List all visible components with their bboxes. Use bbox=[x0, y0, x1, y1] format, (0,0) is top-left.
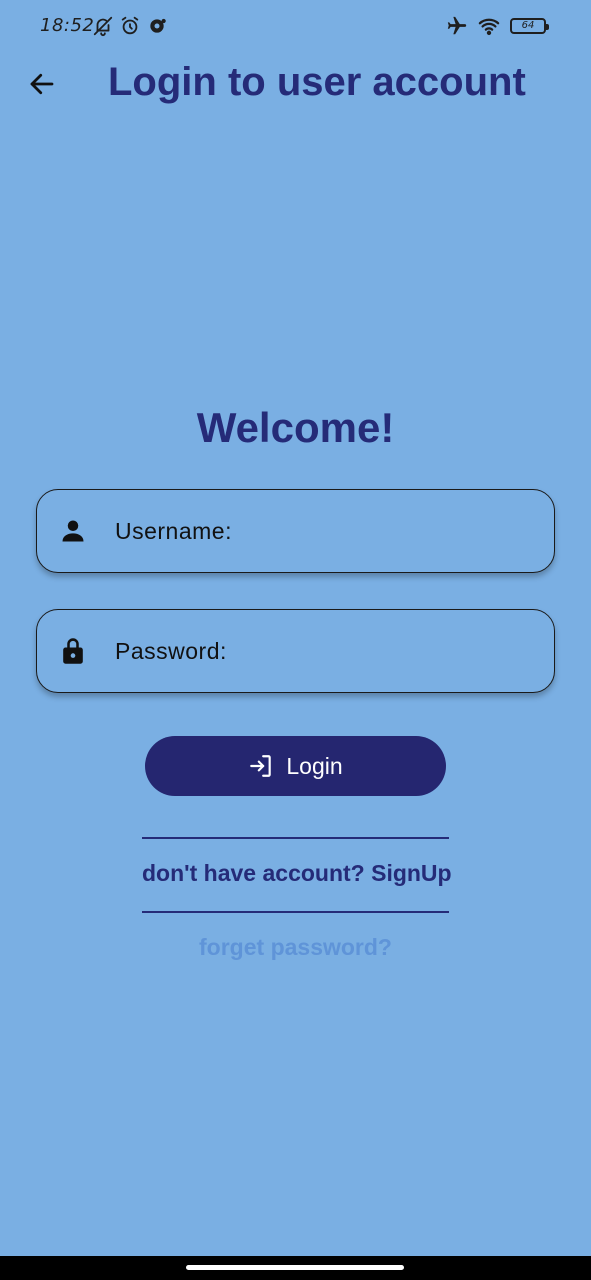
login-button[interactable]: Login bbox=[145, 736, 446, 796]
page-title: Login to user account bbox=[108, 60, 526, 104]
person-icon bbox=[59, 517, 87, 545]
login-label: Login bbox=[286, 752, 343, 779]
battery-level: 64 bbox=[521, 20, 535, 31]
signup-divider-bottom bbox=[142, 911, 449, 913]
wifi-icon bbox=[476, 15, 502, 37]
back-button[interactable] bbox=[22, 64, 62, 104]
username-field[interactable] bbox=[36, 489, 555, 573]
airplane-icon bbox=[444, 15, 470, 37]
signup-divider-top bbox=[142, 837, 449, 839]
forget-password-link[interactable]: forget password? bbox=[0, 934, 591, 961]
cast-icon bbox=[147, 15, 167, 37]
signup-link[interactable]: don't have account? SignUp bbox=[142, 860, 452, 887]
nav-bar bbox=[0, 1256, 591, 1280]
lock-icon bbox=[59, 637, 87, 665]
bell-off-icon bbox=[92, 15, 114, 37]
status-bar: 18:52 64 bbox=[0, 0, 591, 52]
welcome-heading: Welcome! bbox=[196, 404, 395, 451]
username-input[interactable] bbox=[115, 490, 535, 572]
status-time: 18:52 bbox=[40, 15, 95, 36]
battery-icon: 64 bbox=[510, 18, 549, 34]
login-icon bbox=[250, 755, 272, 777]
home-indicator[interactable] bbox=[186, 1265, 404, 1270]
alarm-icon bbox=[119, 15, 141, 37]
password-field[interactable] bbox=[36, 609, 555, 693]
password-input[interactable] bbox=[115, 610, 535, 692]
arrow-left-icon bbox=[30, 73, 54, 95]
